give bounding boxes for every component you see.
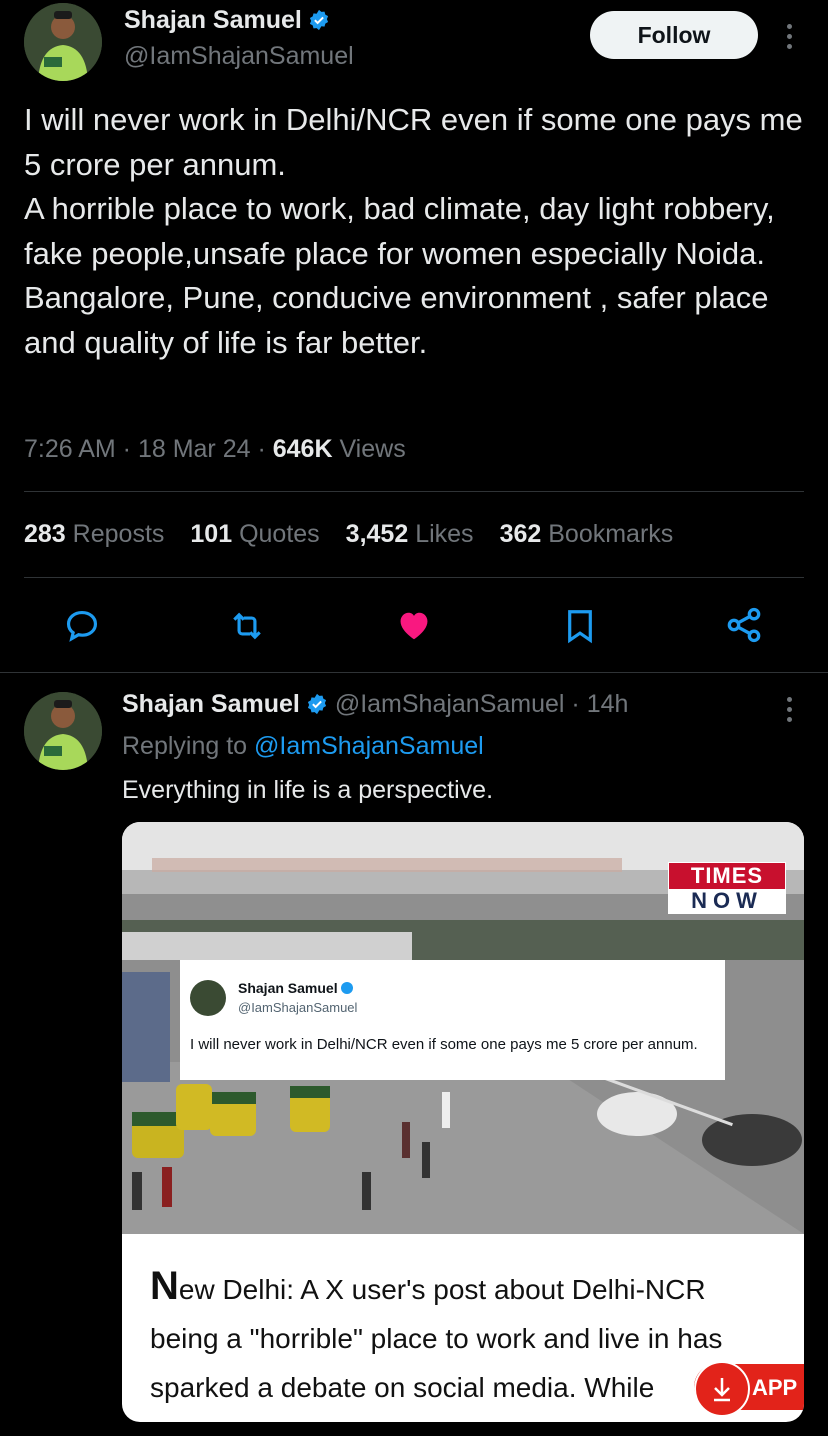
replying-to-label: Replying to	[122, 732, 248, 760]
reply-header: Shajan Samuel @IamShajanSamuel · 14h	[122, 690, 628, 719]
article-body: ew Delhi: A X user's post about Delhi-NC…	[150, 1274, 723, 1403]
embedded-tweet: Shajan Samuel @IamShajanSamuel I will ne…	[180, 960, 725, 1080]
avatar[interactable]	[24, 3, 102, 81]
repost-icon[interactable]	[227, 607, 267, 645]
separator: ·	[564, 690, 587, 718]
embedded-handle: @IamShajanSamuel	[238, 1000, 358, 1015]
divider	[0, 672, 828, 673]
likes-stat[interactable]: 3,452 Likes	[346, 520, 474, 549]
reply-icon[interactable]	[63, 607, 101, 645]
verified-badge-icon	[341, 982, 354, 994]
reposts-stat[interactable]: 283 Reposts	[24, 520, 164, 549]
times-now-logo: TIMES NOW	[668, 862, 786, 914]
follow-button[interactable]: Follow	[590, 11, 758, 59]
tweet-age[interactable]: 14h	[587, 690, 629, 718]
likes-label: Likes	[415, 520, 474, 548]
tweet-text: I will never work in Delhi/NCR even if s…	[24, 102, 803, 360]
news-card[interactable]: TIMES NOW Shajan Samuel @IamShajanSamuel…	[122, 822, 804, 1422]
verified-badge-icon	[308, 9, 330, 31]
embedded-name: Shajan Samuel	[238, 980, 338, 996]
embedded-text: I will never work in Delhi/NCR even if s…	[190, 1036, 698, 1053]
embedded-avatar	[190, 980, 226, 1016]
quotes-label: Quotes	[239, 520, 320, 548]
like-icon[interactable]	[394, 606, 434, 644]
verified-badge-icon	[306, 693, 328, 715]
divider	[24, 577, 804, 578]
share-icon[interactable]	[724, 605, 764, 645]
tweet-time[interactable]: 7:26 AM	[24, 435, 116, 463]
app-label: APP	[752, 1375, 798, 1400]
reply-text: Everything in life is a perspective.	[122, 776, 494, 804]
tweet-meta: 7:26 AM · 18 Mar 24 · 646K Views	[24, 435, 406, 463]
article-drop-letter: N	[150, 1264, 179, 1308]
more-options-icon[interactable]	[774, 697, 804, 722]
more-options-icon[interactable]	[774, 24, 804, 49]
engagement-stats: 283 Reposts 101 Quotes 3,452 Likes 362 B…	[24, 520, 673, 549]
logo-line-2: NOW	[669, 889, 785, 913]
bookmarks-count: 362	[499, 520, 542, 548]
tweet-date[interactable]: 18 Mar 24	[138, 435, 251, 463]
article-text: New Delhi: A X user's post about Delhi-N…	[150, 1262, 780, 1412]
reposts-label: Reposts	[72, 520, 165, 548]
replying-to-handle-link[interactable]: @IamShajanSamuel	[254, 732, 484, 760]
author-name[interactable]: Shajan Samuel	[124, 6, 302, 34]
embedded-name-row: Shajan Samuel	[238, 980, 354, 996]
quotes-stat[interactable]: 101 Quotes	[190, 520, 319, 549]
app-download-button[interactable]: APP	[694, 1361, 804, 1417]
bookmark-icon[interactable]	[561, 606, 599, 646]
divider	[24, 491, 804, 492]
avatar[interactable]	[24, 692, 102, 770]
author-handle[interactable]: @IamShajanSamuel	[335, 690, 565, 718]
logo-line-1: TIMES	[669, 863, 785, 889]
views-label: Views	[339, 435, 406, 463]
quotes-count: 101	[190, 520, 233, 548]
views-count: 646K	[272, 435, 333, 463]
author-handle[interactable]: @IamShajanSamuel	[124, 42, 354, 71]
author-name-row: Shajan Samuel	[124, 6, 330, 35]
download-icon	[694, 1361, 750, 1417]
author-name[interactable]: Shajan Samuel	[122, 690, 300, 718]
bookmarks-label: Bookmarks	[548, 520, 674, 548]
likes-count: 3,452	[345, 520, 409, 548]
replying-to: Replying to @IamShajanSamuel	[122, 732, 484, 761]
bookmarks-stat[interactable]: 362 Bookmarks	[500, 520, 674, 549]
reposts-count: 283	[24, 520, 66, 548]
